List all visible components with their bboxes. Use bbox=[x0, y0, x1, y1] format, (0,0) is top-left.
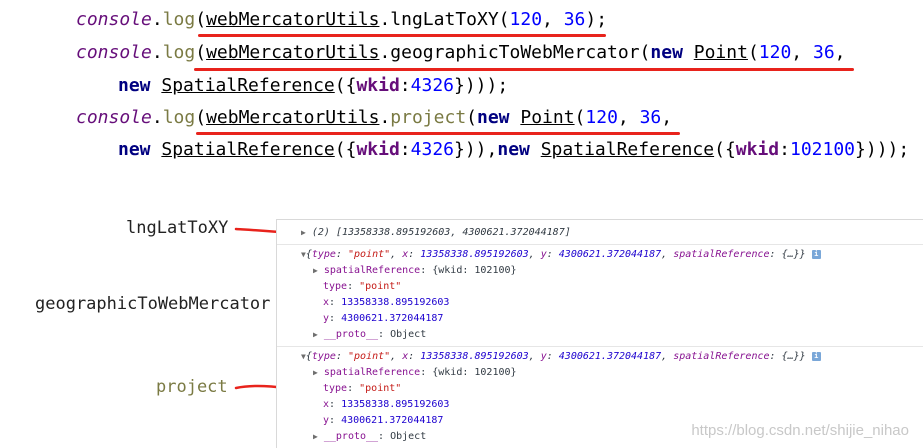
expand-triangle-icon[interactable]: ▶ bbox=[313, 266, 318, 275]
console-prop-x: x: 13358338.895192603 bbox=[323, 297, 450, 308]
console-prop-proto[interactable]: ▶ __proto__: Object bbox=[313, 327, 426, 342]
console-prop-y: y: 4300621.372044187 bbox=[323, 313, 444, 324]
console-prop-type: type: "point" bbox=[323, 281, 402, 292]
console-prop-spatialreference[interactable]: ▶ spatialReference: {wkid: 102100} bbox=[313, 365, 517, 380]
console-prop-proto[interactable]: ▶ __proto__: Object bbox=[313, 429, 426, 444]
info-icon[interactable]: i bbox=[811, 352, 821, 361]
console-separator bbox=[277, 244, 923, 245]
console-separator bbox=[277, 346, 923, 347]
expand-triangle-icon[interactable]: ▶ bbox=[301, 228, 306, 237]
console-prop-x: x: 13358338.895192603 bbox=[323, 399, 450, 410]
console-prop-type: type: "point" bbox=[323, 383, 402, 394]
expand-triangle-icon[interactable]: ▶ bbox=[313, 330, 318, 339]
info-icon[interactable]: i bbox=[811, 250, 821, 259]
expand-triangle-icon[interactable]: ▶ bbox=[313, 432, 318, 441]
console-prop-y: y: 4300621.372044187 bbox=[323, 415, 444, 426]
console-row-object-2[interactable]: ▼{type: "point", x: 13358338.895192603, … bbox=[301, 247, 821, 262]
expand-triangle-icon[interactable]: ▶ bbox=[313, 368, 318, 377]
console-row-object-3[interactable]: ▼{type: "point", x: 13358338.895192603, … bbox=[301, 349, 821, 364]
console-prop-spatialreference[interactable]: ▶ spatialReference: {wkid: 102100} bbox=[313, 263, 517, 278]
console-row-array[interactable]: ▶ (2) [13358338.895192603, 4300621.37204… bbox=[301, 225, 571, 240]
devtools-console-output: ▶ (2) [13358338.895192603, 4300621.37204… bbox=[276, 219, 923, 448]
watermark: https://blog.csdn.net/shijie_nihao bbox=[691, 422, 909, 439]
